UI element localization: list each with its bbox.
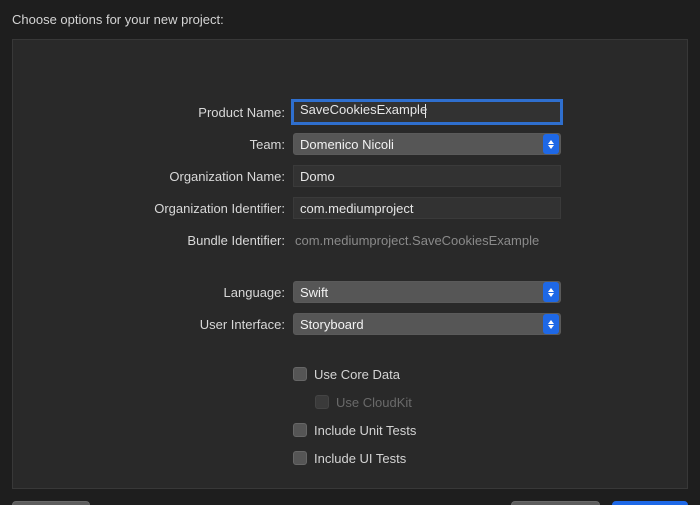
ui-tests-checkbox[interactable] <box>293 451 307 465</box>
select-arrows-icon <box>543 314 559 334</box>
org-name-label: Organization Name: <box>33 169 293 184</box>
next-button[interactable]: Next <box>612 501 688 505</box>
unit-tests-checkbox[interactable] <box>293 423 307 437</box>
ui-label: User Interface: <box>33 317 293 332</box>
select-arrows-icon <box>543 134 559 154</box>
cloudkit-label: Use CloudKit <box>336 395 412 410</box>
dialog-title: Choose options for your new project: <box>12 12 688 27</box>
org-name-input[interactable] <box>293 165 561 187</box>
previous-button[interactable]: Previous <box>511 501 600 505</box>
core-data-checkbox[interactable] <box>293 367 307 381</box>
org-id-input[interactable] <box>293 197 561 219</box>
ui-value: Storyboard <box>300 317 364 332</box>
bundle-id-value: com.mediumproject.SaveCookiesExample <box>293 233 539 248</box>
footer: Cancel Previous Next <box>12 489 688 505</box>
text-caret <box>425 104 426 118</box>
select-arrows-icon <box>543 282 559 302</box>
bundle-id-label: Bundle Identifier: <box>33 233 293 248</box>
ui-select[interactable]: Storyboard <box>293 313 561 335</box>
unit-tests-label: Include Unit Tests <box>314 423 416 438</box>
cloudkit-checkbox <box>315 395 329 409</box>
team-value: Domenico Nicoli <box>300 137 394 152</box>
product-name-value: SaveCookiesExample <box>300 102 427 117</box>
language-value: Swift <box>300 285 328 300</box>
core-data-label: Use Core Data <box>314 367 400 382</box>
cancel-button[interactable]: Cancel <box>12 501 90 505</box>
org-id-label: Organization Identifier: <box>33 201 293 216</box>
team-select[interactable]: Domenico Nicoli <box>293 133 561 155</box>
language-label: Language: <box>33 285 293 300</box>
product-name-input[interactable]: SaveCookiesExample <box>293 101 561 123</box>
product-name-label: Product Name: <box>33 105 293 120</box>
options-panel: Product Name: SaveCookiesExample Team: D… <box>12 39 688 489</box>
language-select[interactable]: Swift <box>293 281 561 303</box>
ui-tests-label: Include UI Tests <box>314 451 406 466</box>
team-label: Team: <box>33 137 293 152</box>
